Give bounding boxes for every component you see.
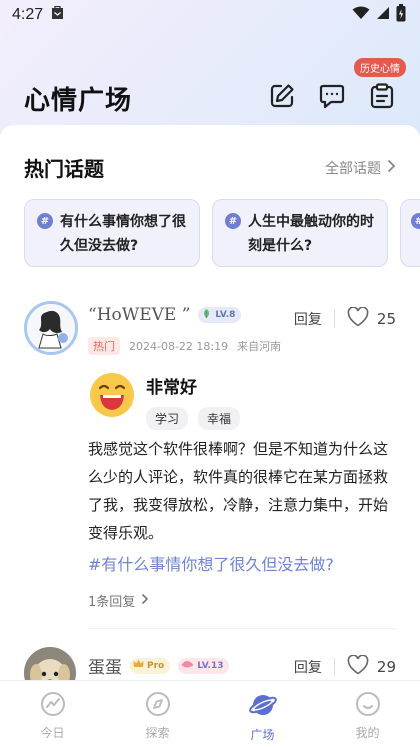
pro-text: Pro [147,660,165,671]
header: 心情广场 历史心情 [0,58,420,126]
nav-square[interactable]: 广场 [210,681,315,747]
mood-name: 非常好 [146,378,197,398]
nav-today[interactable]: 今日 [0,681,105,747]
action-divider [333,658,335,676]
username[interactable]: 蛋蛋 [88,653,122,678]
post-date: 2024-08-22 18:19 [129,339,229,353]
like-count: 29 [376,658,396,676]
reply-button[interactable]: 回复 [294,309,322,329]
profile-icon [355,691,381,721]
edit-icon [269,83,295,113]
nav-explore[interactable]: 探索 [105,681,210,747]
hot-topics-list: # 有什么事情你想了很久但没去做? # 人生中最触动你的时刻是什么? # [24,199,420,267]
chevron-right-icon [387,159,396,177]
history-mood-badge: 历史心情 [354,58,406,77]
level-badge: LV.13 [178,657,230,674]
like-button[interactable]: 25 [347,306,396,331]
avatar[interactable] [24,301,78,355]
messages-button[interactable] [318,84,346,112]
nav-label: 今日 [40,726,65,740]
post-body: 我感觉这个软件很棒啊？但是不知道为什么这么少的人评论，软件真的很棒它在某方面拯救… [88,440,389,542]
nav-label: 广场 [250,728,275,742]
like-count: 25 [376,310,396,328]
crown-icon [133,659,144,672]
topic-text: 人生中最触动你的时刻是什么? [248,214,374,254]
battery-icon [396,4,406,26]
chevron-right-icon [141,593,149,609]
like-button[interactable]: 29 [347,654,396,679]
chat-icon [319,83,345,113]
hashtag-icon: # [37,213,53,229]
crystal-icon [181,659,194,672]
signal-icon [376,6,390,24]
hot-tag: 热门 [88,337,120,355]
wifi-icon [352,6,370,24]
status-time: 4:27 [12,6,44,23]
reply-button[interactable]: 回复 [294,657,322,677]
replies-link[interactable]: 1条回复 [88,591,149,610]
username[interactable]: “HoWEVE ” [88,305,190,325]
hot-topics-title: 热门话题 [24,157,104,181]
nav-label: 我的 [355,726,380,740]
reply-count: 1条回复 [88,595,136,610]
compass-icon [145,691,171,721]
avatar[interactable] [24,647,76,680]
nav-profile[interactable]: 我的 [315,681,420,747]
all-topics-link[interactable]: 全部话题 [325,158,396,178]
hot-topics-header: 热门话题 全部话题 [24,153,396,182]
status-bar: 4:27 [0,0,420,30]
heart-icon [347,654,369,679]
action-divider [333,310,335,328]
today-icon [40,691,66,721]
write-button[interactable] [268,84,296,112]
pro-badge: Pro [130,657,171,674]
post-location: 来自河南 [237,340,282,353]
clipboard-icon [370,83,394,113]
topic-card[interactable]: # 人生中最触动你的时刻是什么? [212,199,388,267]
bottom-nav: 今日 探索 广场 我的 [0,680,420,747]
mood-tag: 学习 [146,407,189,430]
post-topic-link[interactable]: #有什么事情你想了很久但没去做? [88,551,396,575]
happy-face-icon [88,371,136,419]
hashtag-icon: # [225,213,241,229]
level-text: LV.13 [197,660,224,671]
heart-icon [347,306,369,331]
notification-icon [51,5,64,24]
topic-text: 有什么事情你想了很久但没去做? [60,214,186,254]
post-divider [88,628,396,629]
hashtag-icon: # [411,213,420,229]
all-topics-label: 全部话题 [325,160,381,177]
mood-tag: 幸福 [198,407,241,430]
level-text: LV.8 [215,310,236,320]
topic-card[interactable]: # 有什么事情你想了很久但没去做? [24,199,200,267]
leaf-icon [201,308,212,322]
level-badge: LV.8 [198,307,242,323]
history-mood-button[interactable]: 历史心情 [354,58,406,113]
planet-icon [248,691,277,723]
main-content: 热门话题 全部话题 # 有什么事情你想了很久但没去做? # 人生中最触动你的时刻… [0,125,420,680]
mood-block: 非常好 学习 幸福 [88,371,241,430]
page-title: 心情广场 [24,85,133,116]
nav-label: 探索 [145,726,170,740]
topic-card[interactable]: # [400,199,420,267]
